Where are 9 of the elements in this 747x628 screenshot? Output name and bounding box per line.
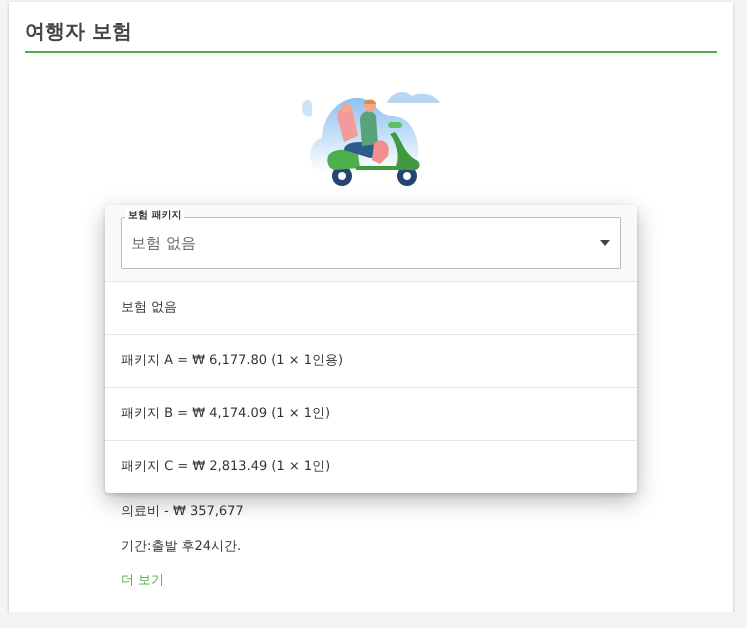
coverage-text: 의료비 - ₩ 357,677 bbox=[121, 503, 244, 521]
period-text: 기간:출발 후24시간. bbox=[121, 538, 242, 556]
package-option[interactable]: 보험 없음 bbox=[105, 282, 637, 334]
section-title: 여행자 보험 bbox=[25, 2, 717, 53]
select-label: 보험 패키지 bbox=[125, 209, 184, 223]
select-value: 보험 없음 bbox=[131, 234, 197, 252]
package-option[interactable]: 패키지 C = ₩ 2,813.49 (1 × 1인) bbox=[105, 440, 637, 493]
package-option[interactable]: 패키지 B = ₩ 4,174.09 (1 × 1인) bbox=[105, 387, 637, 440]
package-option[interactable]: 패키지 A = ₩ 6,177.80 (1 × 1인용) bbox=[105, 334, 637, 387]
